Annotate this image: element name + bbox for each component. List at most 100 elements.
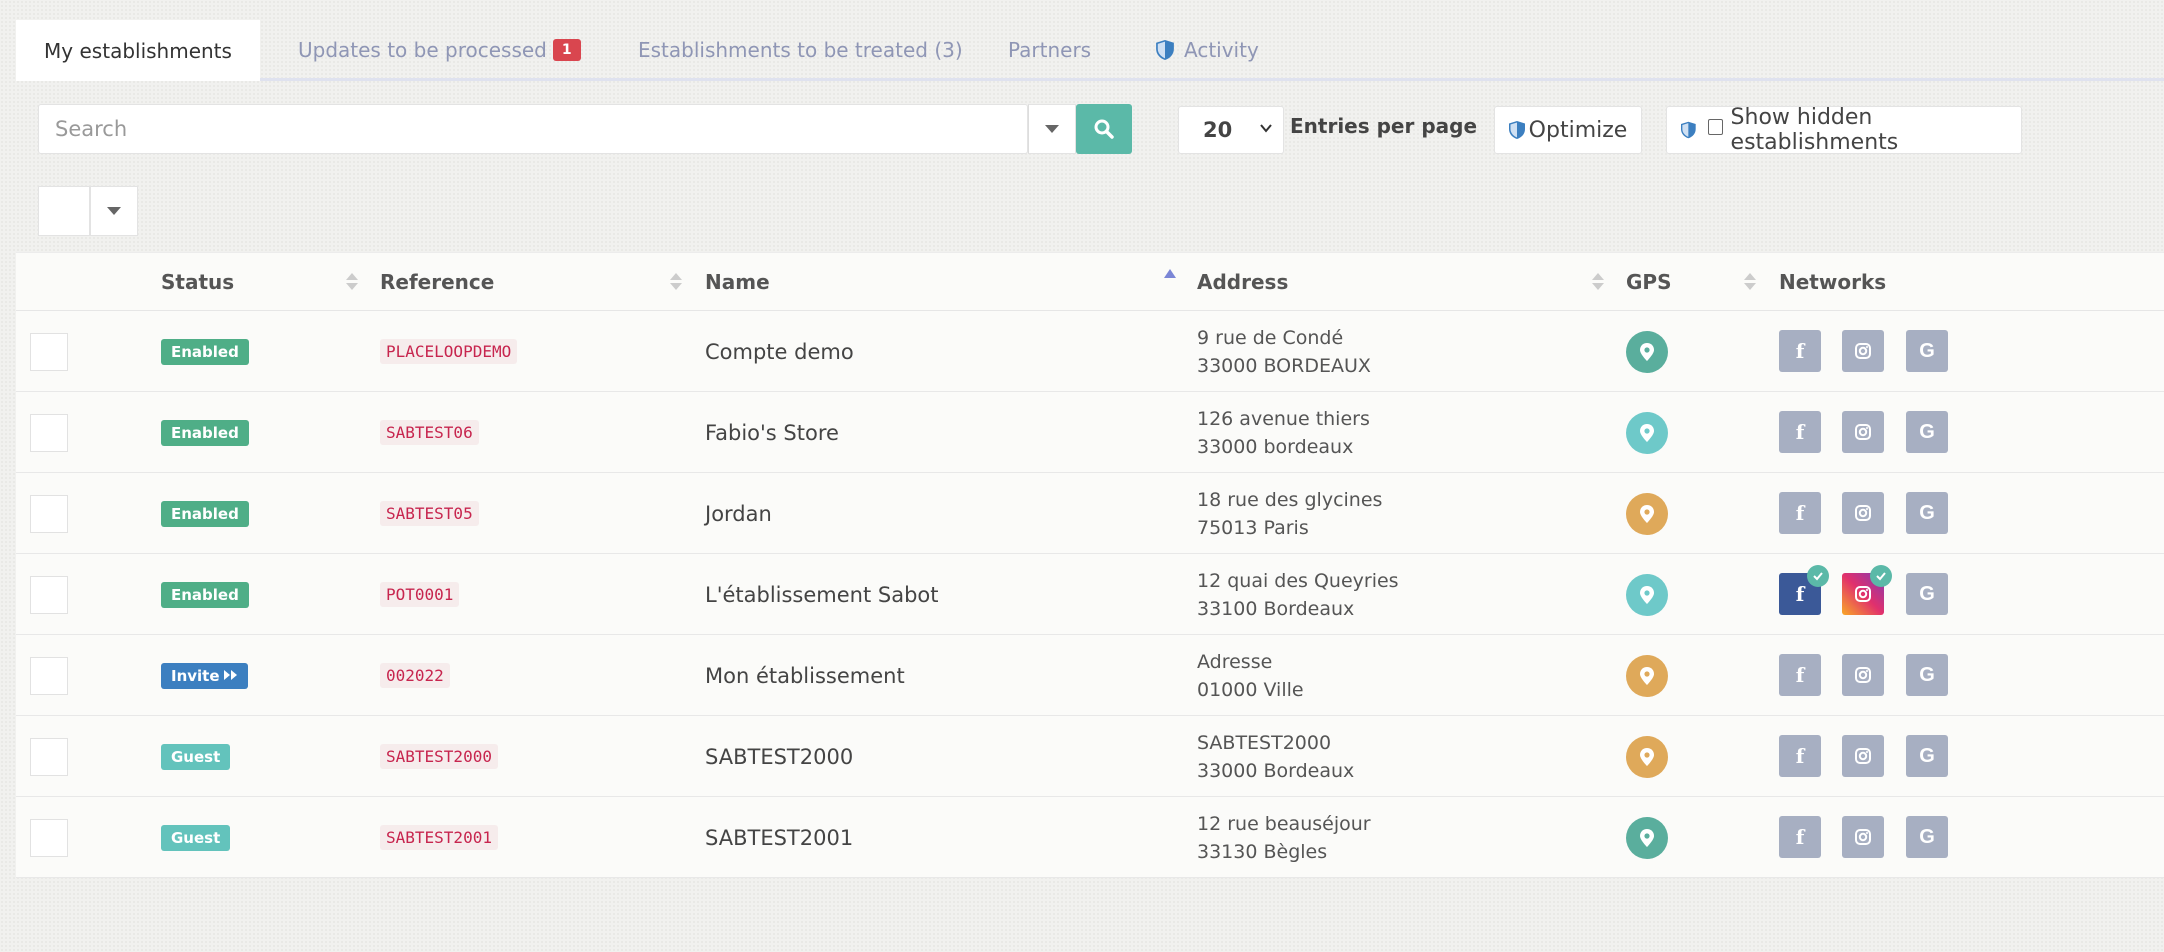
address-line-1: 12 quai des Queyries	[1197, 569, 1399, 592]
establishment-name[interactable]: Jordan	[705, 502, 772, 526]
address-cell: Adresse 01000 Ville	[1197, 635, 1304, 716]
google-icon[interactable]: G	[1906, 654, 1948, 696]
gps-pin-icon[interactable]	[1626, 816, 1668, 859]
instagram-icon[interactable]	[1842, 565, 1892, 615]
instagram-icon[interactable]	[1842, 492, 1884, 534]
gps-pin-icon[interactable]	[1626, 735, 1668, 778]
address-line-2: 33000 bordeaux	[1197, 435, 1354, 458]
row-select-cell	[30, 554, 68, 635]
row-select-cell	[30, 635, 68, 716]
establishment-name[interactable]: L'établissement Sabot	[705, 583, 939, 607]
tab-establishments-to-be-treated[interactable]: Establishments to be treated (3)	[638, 20, 963, 80]
row-select-checkbox[interactable]	[30, 575, 68, 614]
gps-pin-icon[interactable]	[1626, 573, 1668, 616]
sort-icon[interactable]	[1744, 273, 1756, 291]
status-badge: Enabled	[161, 500, 249, 527]
updates-count-badge: 1	[552, 39, 581, 61]
status-cell: Enabled	[161, 554, 249, 635]
table-row[interactable]: Enabled PLACELOOPDEMO Compte demo 9 rue de …	[16, 311, 2164, 392]
column-header-address[interactable]: Address	[1197, 253, 1288, 311]
facebook-icon[interactable]: f	[1779, 654, 1821, 696]
sort-icon[interactable]	[670, 273, 682, 291]
row-select-checkbox[interactable]	[30, 332, 68, 371]
establishment-name[interactable]: Fabio's Store	[705, 421, 839, 445]
name-cell: SABTEST2000	[705, 716, 853, 797]
tab-updates-to-be-processed[interactable]: Updates to be processed 1	[298, 20, 581, 80]
address-line-2: 33000 BORDEAUX	[1197, 354, 1371, 377]
facebook-icon[interactable]: f	[1779, 816, 1821, 858]
gps-pin-icon[interactable]	[1626, 492, 1668, 535]
instagram-icon[interactable]	[1842, 816, 1884, 858]
row-select-checkbox[interactable]	[30, 737, 68, 776]
establishment-name[interactable]: Compte demo	[705, 340, 854, 364]
google-icon[interactable]: G	[1906, 411, 1948, 453]
facebook-icon[interactable]: f	[1779, 565, 1829, 615]
column-header-reference[interactable]: Reference	[380, 253, 494, 311]
address-line-2: 01000 Ville	[1197, 678, 1304, 701]
bulk-actions-dropdown[interactable]	[90, 186, 138, 236]
chevron-down-icon	[1260, 124, 1272, 133]
networks-cell: fG	[1779, 635, 1979, 716]
row-select-checkbox[interactable]	[30, 656, 68, 695]
search-button[interactable]	[1076, 104, 1132, 154]
facebook-icon[interactable]: f	[1779, 330, 1821, 372]
table-row[interactable]: Enabled SABTEST05 Jordan 18 rue des glycine…	[16, 473, 2164, 554]
facebook-icon[interactable]: f	[1779, 735, 1821, 777]
instagram-icon[interactable]	[1842, 330, 1884, 372]
establishment-name[interactable]: SABTEST2000	[705, 745, 853, 769]
tab-activity[interactable]: Activity	[1156, 20, 1259, 80]
table-row[interactable]: Enabled SABTEST06 Fabio's Store 126 avenue …	[16, 392, 2164, 473]
establishment-name[interactable]: SABTEST2001	[705, 826, 853, 850]
google-icon[interactable]: G	[1906, 330, 1948, 372]
tab-bar: My establishments Updates to be processe…	[16, 20, 2164, 81]
row-select-cell	[30, 392, 68, 473]
sort-icon[interactable]	[346, 273, 358, 291]
tab-partners[interactable]: Partners	[1008, 20, 1091, 80]
optimize-button[interactable]: Optimize	[1494, 106, 1642, 154]
search-icon	[1094, 119, 1114, 139]
gps-pin-icon[interactable]	[1626, 330, 1668, 373]
status-badge: Guest	[161, 824, 231, 851]
table-row[interactable]: Invite 002022 Mon établissement Adresse 0100…	[16, 635, 2164, 716]
bulk-select-checkbox[interactable]	[38, 186, 90, 236]
address-line-1: 126 avenue thiers	[1197, 407, 1370, 430]
google-icon[interactable]: G	[1906, 816, 1948, 858]
address-cell: 126 avenue thiers 33000 bordeaux	[1197, 392, 1370, 473]
tab-my-establishments[interactable]: My establishments	[16, 20, 260, 81]
networks-cell: fG	[1779, 716, 1979, 797]
entries-per-page-select[interactable]: 20	[1178, 106, 1284, 154]
instagram-icon[interactable]	[1842, 654, 1884, 696]
table-row[interactable]: Guest SABTEST2001 SABTEST2001 12 rue beausé…	[16, 797, 2164, 878]
search-input[interactable]	[39, 105, 1027, 153]
row-select-checkbox[interactable]	[30, 494, 68, 533]
table-row[interactable]: Enabled POT0001 L'établissement Sabot 12 qu…	[16, 554, 2164, 635]
column-header-name[interactable]: Name	[705, 253, 770, 311]
sort-ascending-icon[interactable]	[1164, 269, 1176, 278]
show-hidden-toggle[interactable]: Show hidden establishments	[1666, 105, 2022, 155]
google-icon[interactable]: G	[1906, 735, 1948, 777]
establishment-name[interactable]: Mon établissement	[705, 664, 905, 688]
tab-label: Activity	[1184, 38, 1259, 62]
instagram-icon[interactable]	[1842, 735, 1884, 777]
show-hidden-checkbox[interactable]	[1707, 119, 1723, 135]
facebook-icon[interactable]: f	[1779, 492, 1821, 534]
google-icon[interactable]: G	[1906, 492, 1948, 534]
status-cell: Enabled	[161, 311, 249, 392]
row-select-checkbox[interactable]	[30, 413, 68, 452]
column-header-gps[interactable]: GPS	[1626, 253, 1671, 311]
instagram-icon[interactable]	[1842, 411, 1884, 453]
sort-icon[interactable]	[1592, 273, 1604, 291]
status-badge: Enabled	[161, 338, 249, 365]
networks-cell: fG	[1779, 554, 1979, 635]
column-header-status[interactable]: Status	[161, 253, 234, 311]
table-row[interactable]: Guest SABTEST2000 SABTEST2000 SABTEST2000 33…	[16, 716, 2164, 797]
gps-pin-icon[interactable]	[1626, 411, 1668, 454]
search-options-dropdown[interactable]	[1028, 104, 1076, 154]
gps-pin-icon[interactable]	[1626, 654, 1668, 697]
status-cell: Guest	[161, 716, 231, 797]
row-select-checkbox[interactable]	[30, 818, 68, 857]
row-select-cell	[30, 797, 68, 878]
google-icon[interactable]: G	[1906, 573, 1948, 615]
status-badge: Invite	[161, 662, 248, 689]
facebook-icon[interactable]: f	[1779, 411, 1821, 453]
